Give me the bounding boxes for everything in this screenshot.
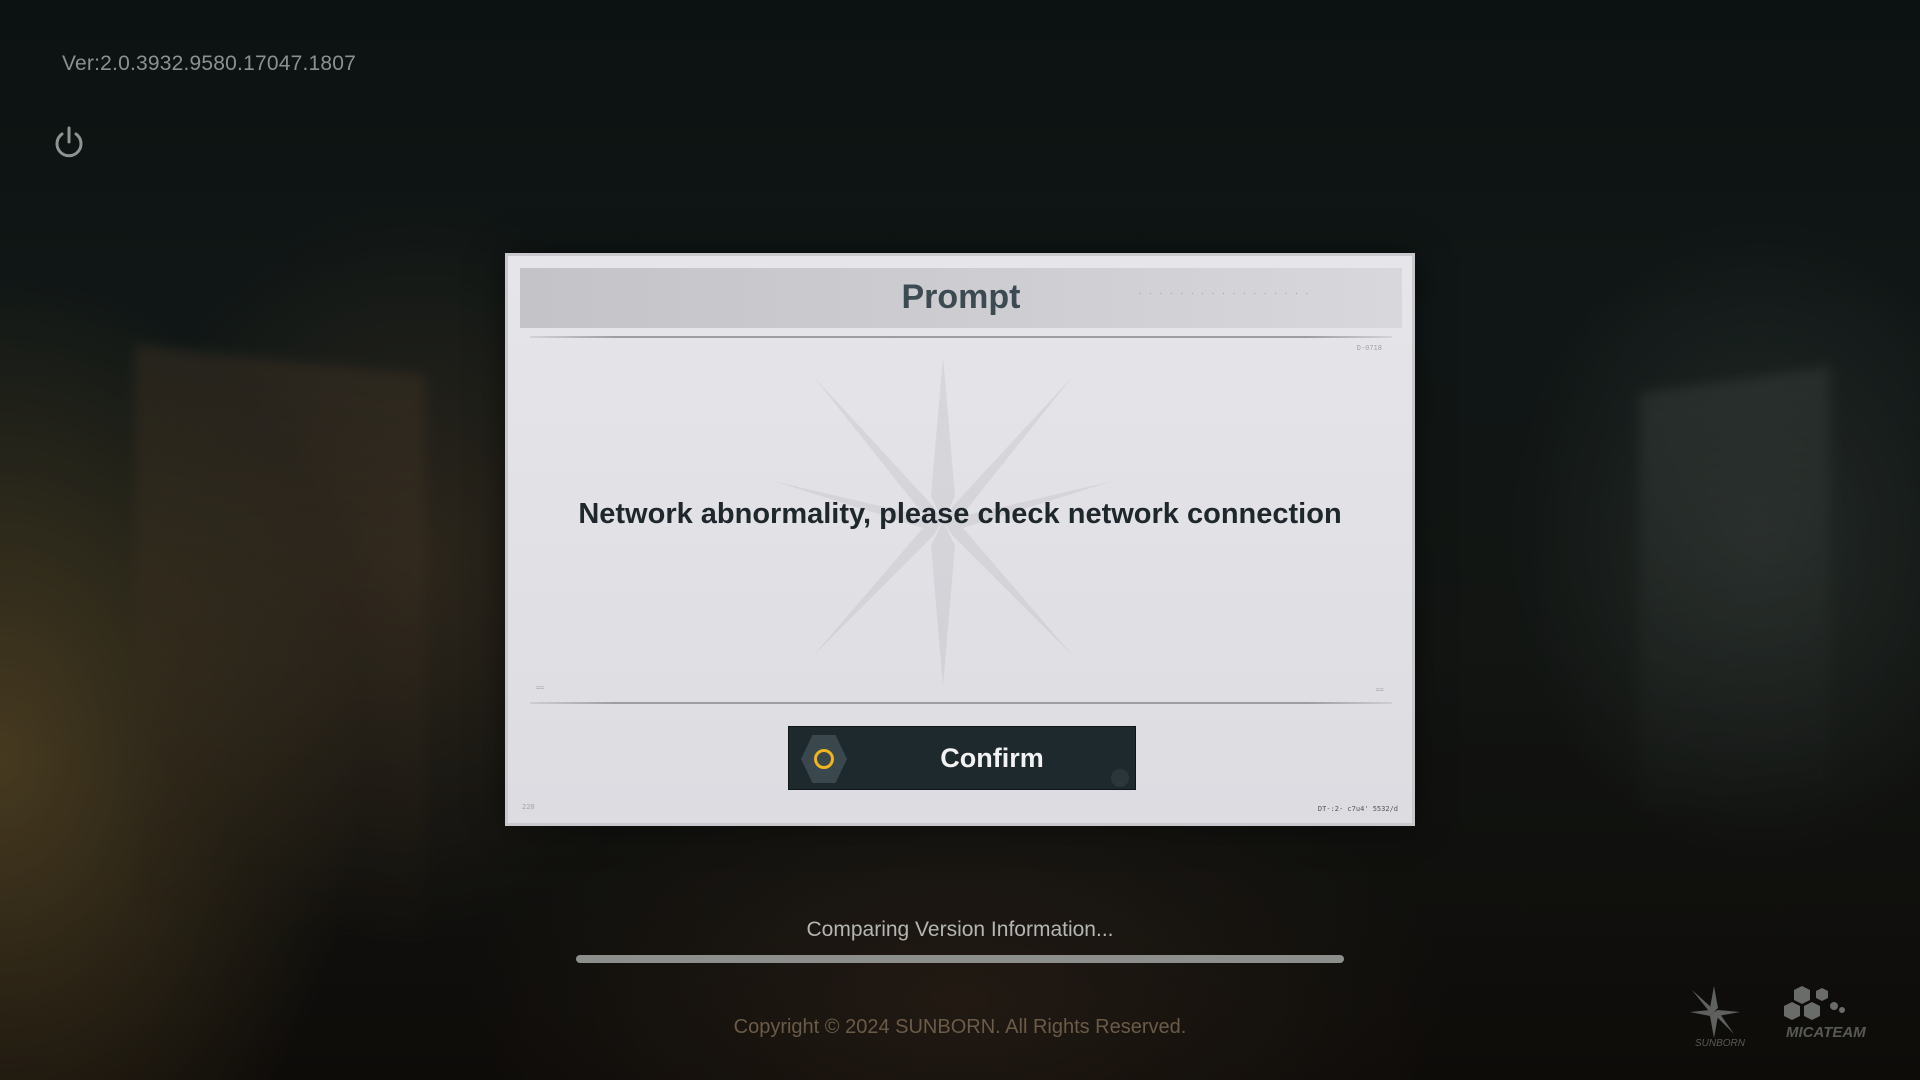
version-label: Ver:2.0.3932.9580.17047.1807: [62, 52, 357, 75]
dialog-header: Prompt · · · · · · · · · · · · · · · · ·: [520, 268, 1402, 328]
corner-mark-top-right: D-0718: [1356, 344, 1382, 352]
dialog-message: Network abnormality, please check networ…: [578, 498, 1342, 530]
loading-progress-fill: [576, 955, 1344, 963]
game-launcher-screen: Ver:2.0.3932.9580.17047.1807 Prompt · · …: [0, 0, 1920, 1080]
prompt-dialog: Prompt · · · · · · · · · · · · · · · · ·…: [505, 253, 1415, 826]
confirm-button-label: Confirm: [940, 743, 1044, 773]
power-icon: [55, 126, 83, 158]
dialog-divider-top: [530, 336, 1392, 338]
button-decoration: [1111, 769, 1129, 787]
corner-mark-bottom-left: 220: [522, 803, 535, 811]
corner-mark-bottom-right: DT-:2- c7u4' 5532/d: [1317, 805, 1398, 813]
header-decoration: · · · · · · · · · · · · · · · · ·: [1137, 290, 1310, 298]
corner-mark-left: ==: [536, 684, 545, 692]
corner-mark-right: ==: [1375, 686, 1384, 694]
mica-team-logo-icon: [1784, 986, 1845, 1020]
circle-button-icon: [814, 749, 834, 769]
loading-status: Comparing Version Information...: [806, 918, 1114, 941]
sunborn-logo-icon: [1690, 986, 1740, 1038]
confirm-button[interactable]: Confirm: [788, 726, 1136, 790]
power-button[interactable]: [50, 124, 88, 162]
dialog-divider-bottom: [530, 702, 1392, 704]
loading-progress-bar: [576, 955, 1344, 963]
background-scenery-left: [135, 344, 425, 936]
background-scenery-right: [1640, 366, 1830, 814]
copyright-notice: Copyright © 2024 SUNBORN. All Rights Res…: [733, 1016, 1187, 1038]
